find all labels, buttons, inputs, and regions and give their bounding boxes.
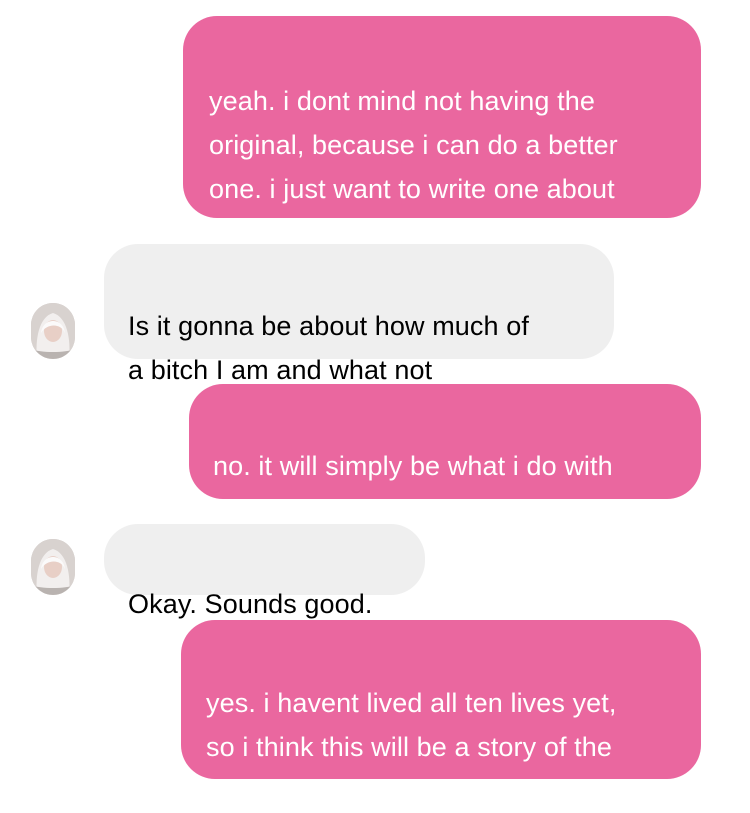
- contact-avatar-image: [31, 539, 75, 595]
- message-text: Is it gonna be about how much of a bitch…: [128, 311, 529, 385]
- outgoing-message-bubble[interactable]: no. it will simply be what i do with my …: [189, 384, 701, 525]
- outgoing-message-bubble[interactable]: yes. i havent lived all ten lives yet, s…: [181, 620, 701, 806]
- incoming-message-bubble[interactable]: Okay. Sounds good.: [104, 524, 425, 619]
- contact-avatar[interactable]: [31, 303, 75, 359]
- contact-avatar-image: [31, 303, 75, 359]
- incoming-message-bubble[interactable]: Is it gonna be about how much of a bitch…: [104, 244, 614, 385]
- outgoing-message-bubble[interactable]: yeah. i dont mind not having the origina…: [183, 16, 701, 248]
- message-text: no. it will simply be what i do with my …: [213, 451, 613, 525]
- message-text: yeah. i dont mind not having the origina…: [209, 86, 618, 248]
- message-text: Okay. Sounds good.: [128, 589, 373, 619]
- contact-avatar[interactable]: [31, 539, 75, 595]
- message-text: yes. i havent lived all ten lives yet, s…: [206, 688, 617, 806]
